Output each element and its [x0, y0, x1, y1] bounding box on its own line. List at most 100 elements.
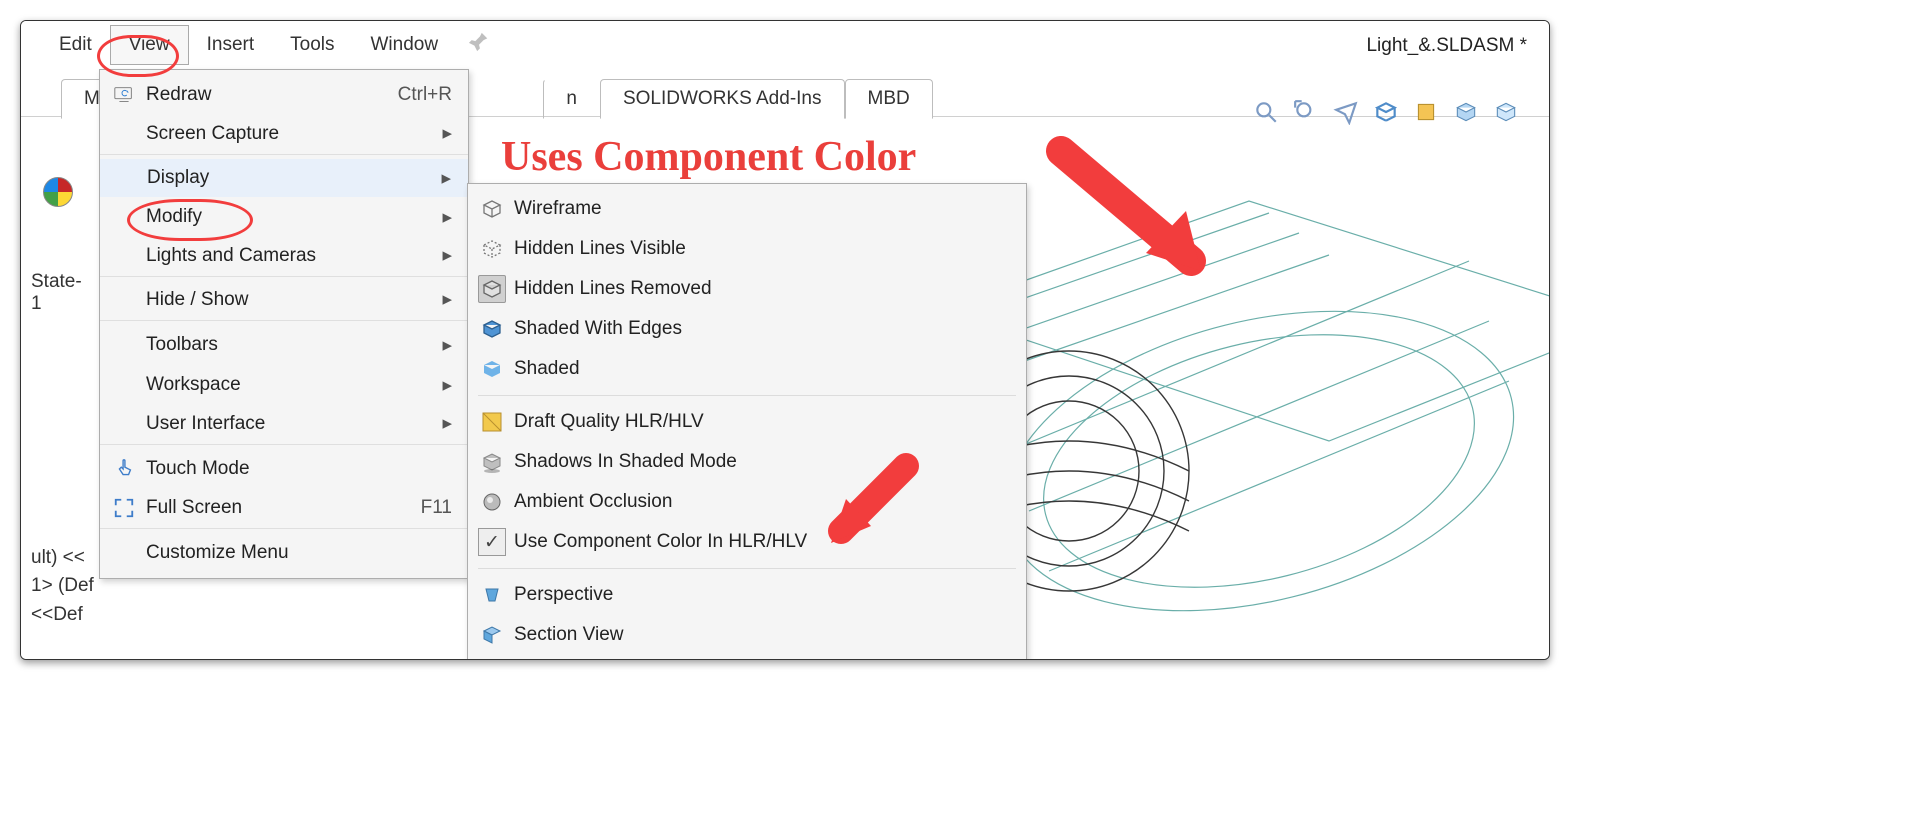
section-icon	[478, 621, 506, 649]
menu-item-label: Full Screen	[146, 497, 421, 519]
submenu-arrow-icon: ▸	[441, 167, 451, 190]
menu-full-screen[interactable]: Full Screen F11	[100, 489, 468, 529]
ribbon-tab-right-partial: n	[543, 79, 600, 119]
menu-item-label: Screen Capture	[146, 123, 432, 145]
menu-customize[interactable]: Customize Menu	[100, 533, 468, 573]
menu-window[interactable]: Window	[352, 26, 456, 64]
menu-item-label: Draft Quality HLR/HLV	[514, 411, 1008, 433]
submenu-shaded[interactable]: Shaded	[468, 349, 1026, 389]
appearance-icon[interactable]	[43, 177, 73, 207]
shadows-icon	[478, 448, 506, 476]
tree-fragment: ult) << 1> (Def <<Def	[31, 544, 94, 630]
menu-touch-mode[interactable]: Touch Mode	[100, 449, 468, 489]
menu-item-label: User Interface	[146, 413, 432, 435]
submenu-arrow-icon: ▸	[442, 412, 452, 435]
draft-quality-icon	[478, 408, 506, 436]
submenu-shadows[interactable]: Shadows In Shaded Mode	[468, 442, 1026, 482]
pin-icon[interactable]	[468, 31, 490, 59]
menu-lights-cameras[interactable]: Lights and Cameras ▸	[100, 237, 468, 277]
submenu-arrow-icon: ▸	[442, 206, 452, 229]
hlr-icon	[478, 275, 506, 303]
submenu-arrow-icon: ▸	[442, 122, 452, 145]
checkmark-icon: ✓	[478, 528, 506, 556]
tree-line: <<Def	[31, 601, 94, 630]
submenu-arrow-icon: ▸	[442, 374, 452, 397]
submenu-ambient-occlusion[interactable]: Ambient Occlusion	[468, 482, 1026, 522]
menu-item-label: Wireframe	[514, 198, 1008, 220]
submenu-shaded-edges[interactable]: Shaded With Edges	[468, 309, 1026, 349]
submenu-arrow-icon: ▸	[442, 288, 452, 311]
menu-item-label: Hidden Lines Removed	[514, 278, 1008, 300]
menu-item-label: Ambient Occlusion	[514, 491, 1008, 513]
submenu-arrow-icon: ▸	[442, 244, 452, 267]
menubar: Edit View Insert Tools Window Light_&.SL…	[21, 21, 1549, 69]
menu-insert[interactable]: Insert	[189, 26, 273, 64]
menu-tools[interactable]: Tools	[272, 26, 352, 64]
zoom-area-icon[interactable]	[1291, 97, 1321, 127]
menu-workspace[interactable]: Workspace ▸	[100, 365, 468, 405]
menu-shortcut: F11	[421, 497, 452, 519]
menu-item-label: Shaded	[514, 358, 1008, 380]
menu-shortcut: Ctrl+R	[398, 84, 452, 106]
menu-item-label: Perspective	[514, 584, 1008, 606]
tree-line: 1> (Def	[31, 572, 94, 601]
zoom-fit-icon[interactable]	[1251, 97, 1281, 127]
fullscreen-icon	[110, 494, 138, 522]
menu-item-label: Toolbars	[146, 334, 432, 356]
menu-item-label: Shadows In Shaded Mode	[514, 451, 1008, 473]
menu-item-label: Display	[147, 167, 431, 189]
submenu-arrow-icon: ▸	[442, 334, 452, 357]
menu-item-label: Section View	[514, 624, 1008, 646]
prev-view-icon[interactable]	[1331, 97, 1361, 127]
shaded-edges-icon	[478, 315, 506, 343]
display-state-label: State-1	[31, 271, 91, 315]
submenu-section-view[interactable]: Section View	[468, 615, 1026, 655]
menu-item-label: Use Component Color In HLR/HLV	[514, 531, 1008, 553]
redraw-icon	[110, 81, 138, 109]
ribbon-tab-mbd[interactable]: MBD	[845, 79, 933, 119]
view-orient-icon[interactable]	[1411, 97, 1441, 127]
menu-item-label: Touch Mode	[146, 458, 452, 480]
hide-show-icon[interactable]	[1491, 97, 1521, 127]
hlv-icon	[478, 235, 506, 263]
display-style-icon[interactable]	[1451, 97, 1481, 127]
perspective-icon	[478, 581, 506, 609]
menu-item-label: Shaded With Edges	[514, 318, 1008, 340]
separator	[478, 395, 1016, 396]
section-view-icon[interactable]	[1371, 97, 1401, 127]
tree-line: ult) <<	[31, 544, 94, 573]
app-window: Edit View Insert Tools Window Light_&.SL…	[20, 20, 1550, 660]
menu-view[interactable]: View	[110, 25, 189, 65]
submenu-hlr[interactable]: Hidden Lines Removed	[468, 269, 1026, 309]
menu-item-label: Hidden Lines Visible	[514, 238, 1008, 260]
menu-modify[interactable]: Modify ▸	[100, 197, 468, 237]
separator	[478, 568, 1016, 569]
submenu-hlv[interactable]: Hidden Lines Visible	[468, 229, 1026, 269]
menu-item-label: Workspace	[146, 374, 432, 396]
submenu-draft-quality[interactable]: Draft Quality HLR/HLV	[468, 402, 1026, 442]
menu-hide-show[interactable]: Hide / Show ▸	[100, 281, 468, 321]
document-title: Light_&.SLDASM *	[1344, 27, 1549, 65]
shaded-icon	[478, 355, 506, 383]
menu-user-interface[interactable]: User Interface ▸	[100, 405, 468, 445]
annotation-arrow-icon	[1041, 131, 1241, 301]
menu-display[interactable]: Display ▸	[100, 159, 468, 197]
annotation-text: Uses Component Color	[501, 133, 916, 181]
submenu-wireframe[interactable]: Wireframe	[468, 189, 1026, 229]
menu-redraw[interactable]: Redraw Ctrl+R	[100, 75, 468, 115]
ribbon-tab-addins[interactable]: SOLIDWORKS Add-Ins	[600, 79, 845, 119]
menu-screen-capture[interactable]: Screen Capture ▸	[100, 115, 468, 155]
wireframe-icon	[478, 195, 506, 223]
menu-item-label: Lights and Cameras	[146, 245, 432, 267]
menu-item-label: Hide / Show	[146, 289, 432, 311]
ambient-occlusion-icon	[478, 488, 506, 516]
menu-toolbars[interactable]: Toolbars ▸	[100, 325, 468, 365]
view-menu: Redraw Ctrl+R Screen Capture ▸ Display ▸…	[99, 69, 469, 579]
heads-up-toolbar	[1251, 97, 1521, 127]
touch-icon	[110, 455, 138, 483]
menu-edit[interactable]: Edit	[41, 26, 110, 64]
submenu-use-component-color[interactable]: ✓ Use Component Color In HLR/HLV	[468, 522, 1026, 562]
submenu-perspective[interactable]: Perspective	[468, 575, 1026, 615]
annotation-arrow-icon	[811, 451, 931, 561]
menu-item-label: Customize Menu	[146, 542, 452, 564]
